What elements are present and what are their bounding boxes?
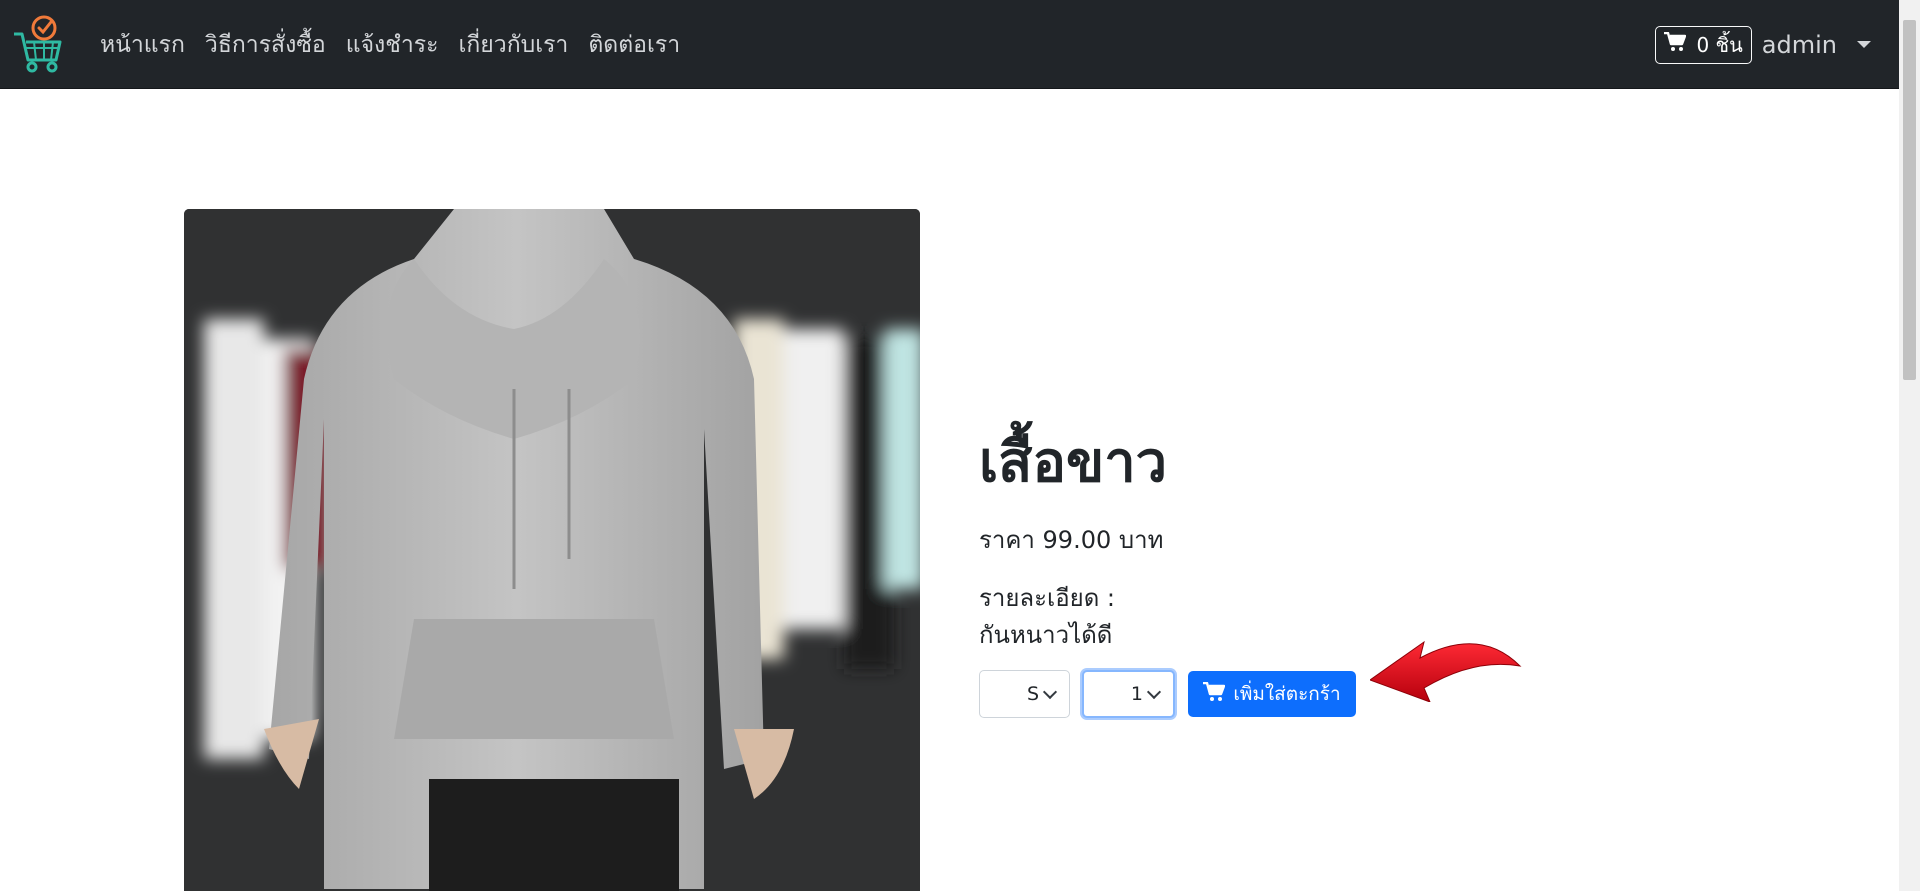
cart-icon	[1664, 31, 1687, 57]
product-image	[184, 209, 920, 891]
red-arrow-icon	[1368, 636, 1522, 703]
chevron-down-icon	[1042, 684, 1058, 699]
nav-link-how-to-order[interactable]: วิธีการสั่งซื้อ	[205, 27, 326, 63]
size-value: S	[1026, 683, 1039, 705]
nav-link-home[interactable]: หน้าแรก	[100, 27, 185, 63]
add-to-cart-button[interactable]: เพิ่มใส่ตะกร้า	[1188, 671, 1356, 717]
quantity-select[interactable]: 1	[1082, 670, 1175, 718]
cart-icon	[1203, 681, 1226, 707]
caret-down-icon	[1857, 41, 1871, 48]
navbar-right: 0 ชิ้น admin	[1655, 0, 1899, 89]
user-name: admin	[1761, 30, 1837, 59]
cart-button[interactable]: 0 ชิ้น	[1655, 25, 1752, 64]
nav-link-payment-notice[interactable]: แจ้งชำระ	[346, 27, 439, 63]
quantity-value: 1	[1130, 683, 1143, 705]
main-nav: หน้าแรก วิธีการสั่งซื้อ แจ้งชำระ เกี่ยวก…	[100, 0, 700, 89]
user-dropdown[interactable]: admin	[1762, 31, 1871, 59]
nav-link-contact[interactable]: ติดต่อเรา	[588, 27, 680, 63]
cart-count: 0 ชิ้น	[1696, 32, 1743, 57]
page-scrollbar[interactable]	[1899, 0, 1920, 891]
top-navbar: หน้าแรก วิธีการสั่งซื้อ แจ้งชำระ เกี่ยวก…	[0, 0, 1899, 89]
nav-link-about[interactable]: เกี่ยวกับเรา	[459, 27, 569, 63]
product-title: เสื้อขาว	[979, 430, 1168, 495]
product-description: กันหนาวได้ดี	[979, 621, 1113, 649]
description-label: รายละเอียด :	[979, 584, 1116, 612]
scrollbar-thumb[interactable]	[1903, 20, 1916, 380]
add-to-cart-label: เพิ่มใส่ตะกร้า	[1233, 683, 1341, 705]
size-select[interactable]: S	[979, 670, 1070, 718]
basket-logo-icon[interactable]	[12, 14, 64, 74]
product-price: ราคา 99.00 บาท	[979, 526, 1164, 554]
chevron-down-icon	[1146, 684, 1162, 699]
